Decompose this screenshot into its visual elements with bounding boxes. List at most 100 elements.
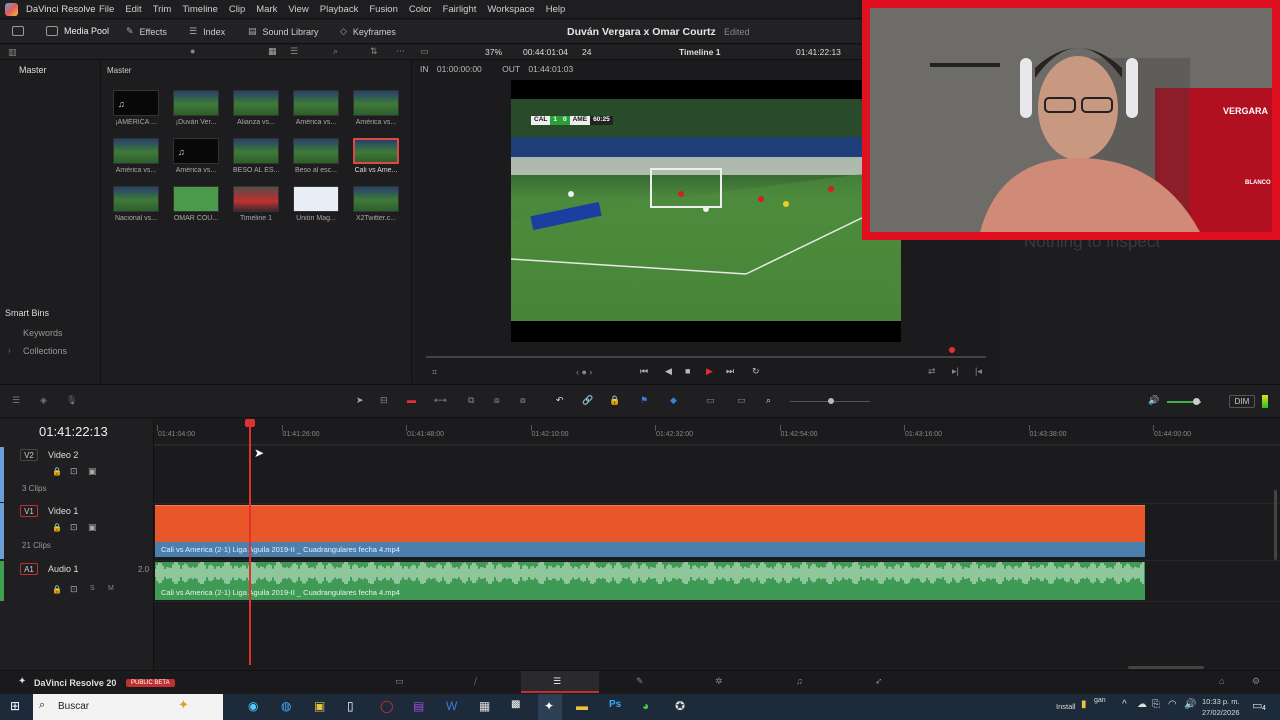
grid-view-icon[interactable]: ▦ — [268, 46, 277, 57]
edit-page-icon[interactable]: ☰ — [553, 676, 561, 687]
app-icon[interactable]: ▣ — [314, 699, 325, 713]
media-pool-clip[interactable]: Cali vs Ame... — [353, 138, 401, 174]
word-icon[interactable]: W — [446, 699, 457, 713]
menu-timeline[interactable]: Timeline — [182, 4, 218, 15]
prev-frame-icon[interactable]: |◂ — [975, 366, 982, 377]
chrome-icon[interactable]: ◕ — [642, 699, 649, 713]
timeline-zoom-knob[interactable] — [828, 398, 834, 404]
v1-clip-name-bar[interactable]: Cali vs America (2-1) Liga Aguila 2019-I… — [155, 542, 1145, 557]
dim-button[interactable]: DIM — [1229, 395, 1255, 408]
media-pool-clip[interactable]: ¡Duván Ver... — [173, 90, 221, 126]
master-bin[interactable]: Master — [19, 65, 47, 75]
resolve-taskbar-icon[interactable]: ✦ — [544, 699, 554, 713]
media-pool-clip[interactable]: América vs... — [293, 90, 341, 126]
v2-lock-icon[interactable]: 🔒 — [52, 467, 62, 476]
file-icon[interactable]: ▯ — [347, 699, 354, 713]
loop-icon[interactable]: ↻ — [752, 366, 760, 377]
menu-mark[interactable]: Mark — [256, 4, 277, 15]
media-pool-clip[interactable]: América vs... — [353, 90, 401, 126]
play-reverse-icon[interactable]: ◀ — [665, 366, 672, 377]
effects-button[interactable]: ✎ Effects — [126, 26, 167, 37]
v2-track-name[interactable]: Video 2 — [48, 450, 78, 460]
timeline-timecode[interactable]: 01:41:22:13 — [39, 424, 108, 439]
media-pool-clip[interactable]: X2Twitter.c... — [353, 186, 401, 222]
cut-page-icon[interactable]: ⧸ — [474, 676, 477, 687]
photoshop-icon[interactable]: Ps — [609, 699, 621, 710]
menu-view[interactable]: View — [288, 4, 308, 15]
thumbnail-size-slider[interactable]: ● — [190, 46, 195, 56]
media-pool-button[interactable]: Media Pool — [46, 26, 109, 36]
menu-fairlight[interactable]: Fairlight — [443, 4, 477, 15]
marker-icon[interactable]: ◈ — [40, 395, 47, 406]
insert-clip-icon[interactable]: ⧉ — [468, 395, 474, 406]
taskbar-date[interactable]: 27/02/2026 — [1202, 708, 1240, 717]
selection-tool-icon[interactable]: ➤ — [356, 395, 364, 406]
usb-icon[interactable]: ⎘ — [1152, 699, 1160, 710]
keywords-bin[interactable]: Keywords — [23, 328, 63, 338]
notification-icon[interactable]: ▭ — [1252, 699, 1262, 712]
timeline-name[interactable]: Timeline 1 — [679, 47, 720, 57]
media-pool-clip[interactable]: Nacional vs... — [113, 186, 161, 222]
cpu-icon[interactable]: ▩ — [511, 699, 520, 710]
opera-icon[interactable]: ◯ — [380, 699, 393, 713]
speaker-icon[interactable]: 🔊 — [1184, 699, 1196, 710]
v1-video-clip[interactable] — [155, 505, 1145, 542]
cloud-icon[interactable]: ☁ — [1137, 699, 1147, 710]
volume-icon[interactable]: 🔊 — [1148, 395, 1159, 406]
panel-toggle-icon[interactable] — [12, 26, 24, 36]
deliver-page-icon[interactable]: ➶ — [875, 676, 883, 687]
timeline-options-icon[interactable]: ☰ — [12, 395, 20, 406]
sound-library-button[interactable]: ▤ Sound Library — [248, 26, 319, 37]
copilot-icon[interactable]: ◉ — [248, 699, 258, 713]
edge-icon[interactable]: ◍ — [281, 699, 291, 713]
media-pool-clip[interactable]: Alianza vs... — [233, 90, 281, 126]
media-pool-clip[interactable]: Timeline 1 — [233, 186, 281, 222]
mic-icon[interactable]: 🎙 — [66, 395, 77, 406]
volume-knob[interactable] — [1193, 398, 1200, 405]
sort-icon[interactable]: ⇅ — [370, 46, 378, 57]
media-pool-clip[interactable]: BESO AL ES... — [233, 138, 281, 174]
timeline-playhead[interactable] — [249, 419, 251, 665]
go-to-end-icon[interactable]: ⏭ — [726, 366, 734, 377]
marker-color-icon[interactable]: ◆ — [670, 395, 677, 406]
taskbar-time[interactable]: 10:33 p. m. — [1202, 697, 1240, 706]
zoom-detail-icon[interactable]: ▭ — [737, 395, 746, 406]
media-pool-clip[interactable]: ♫ América vs... — [173, 138, 221, 174]
menu-edit[interactable]: Edit — [125, 4, 141, 15]
replace-clip-icon[interactable]: ⧇ — [520, 395, 526, 406]
media-page-icon[interactable]: ▭ — [395, 676, 404, 687]
jog-control[interactable]: ‹ ● › — [576, 367, 592, 377]
match-frame-icon[interactable]: ⇄ — [928, 366, 936, 377]
app2-icon[interactable]: ▤ — [413, 699, 424, 713]
keyframes-button[interactable]: ◇ Keyframes — [340, 26, 396, 37]
menu-playback[interactable]: Playback — [320, 4, 359, 15]
chevron-right-icon[interactable]: › — [8, 346, 11, 355]
timeline-ruler[interactable]: 01:41:04:00 01:41:26:00 01:41:48:00 01:42:1… — [154, 419, 1280, 445]
menu-clip[interactable]: Clip — [229, 4, 245, 15]
snapping-icon[interactable]: ↶ — [556, 395, 564, 406]
v2-auto-select-icon[interactable]: ⊡ — [70, 466, 78, 477]
list-view-icon[interactable]: ▥ — [8, 47, 17, 58]
home-icon[interactable]: ⌂ — [1219, 676, 1224, 686]
v1-visibility-icon[interactable]: ▣ — [88, 522, 97, 533]
menu-fusion[interactable]: Fusion — [369, 4, 398, 15]
v2-visibility-icon[interactable]: ▣ — [88, 466, 97, 477]
fusion-page-icon[interactable]: ✎ — [636, 676, 644, 687]
dynamic-trim-icon[interactable]: ⟷ — [434, 395, 447, 406]
v1-track-name[interactable]: Video 1 — [48, 506, 78, 516]
settings-app-icon[interactable]: ✪ — [675, 699, 685, 713]
sticky-note-icon[interactable]: ▮ — [1081, 699, 1087, 710]
overwrite-clip-icon[interactable]: ⧈ — [494, 395, 500, 406]
menu-help[interactable]: Help — [546, 4, 566, 15]
windows-start-icon[interactable]: ⊞ — [10, 699, 20, 713]
fairlight-page-icon[interactable]: ♫ — [796, 676, 803, 686]
scrub-track[interactable] — [426, 356, 986, 358]
install-label[interactable]: Install — [1056, 702, 1076, 711]
go-to-start-icon[interactable]: ⏮ — [640, 366, 648, 377]
a1-auto-select-icon[interactable]: ⊡ — [70, 584, 78, 595]
scrub-playhead[interactable] — [949, 347, 955, 353]
list-icon[interactable]: ☰ — [290, 46, 298, 57]
play-icon[interactable]: ▶ — [706, 366, 713, 377]
media-pool-clip[interactable]: OMAR COU... — [173, 186, 221, 222]
chevron-up-icon[interactable]: ^ — [1122, 699, 1127, 710]
